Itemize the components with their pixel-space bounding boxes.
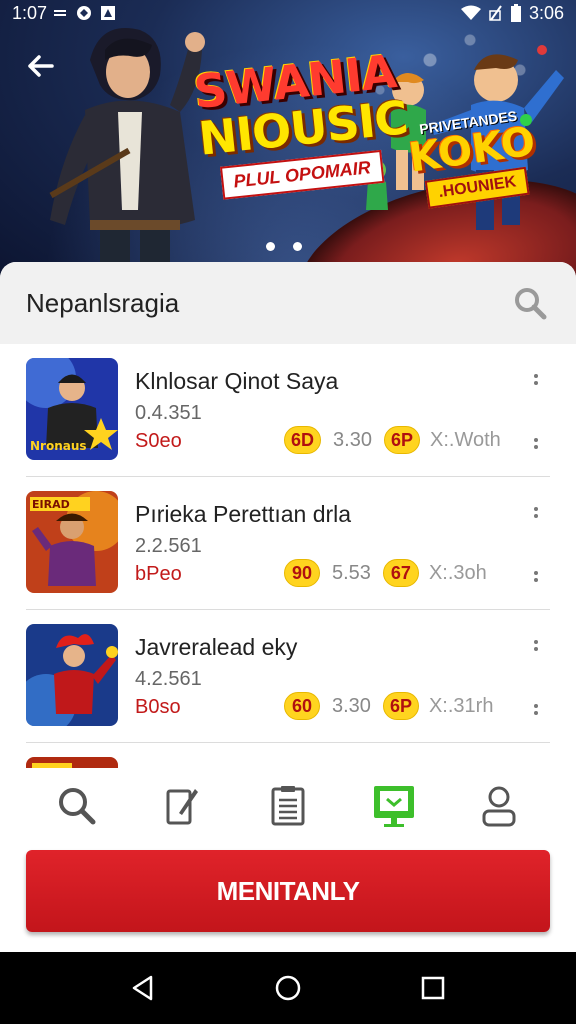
game-name: Javreralead eky	[135, 634, 298, 660]
search-button[interactable]	[510, 283, 550, 323]
game-stats: 90 5.53 67 X:.3oh	[284, 557, 487, 589]
svg-text:Nronaus: Nronaus	[30, 439, 87, 453]
stat-value: 3.30	[333, 428, 372, 451]
game-list[interactable]: Nronaus Klnlosar Qinot Saya 0.4.351 S0eo…	[0, 344, 576, 768]
page-title: Nepanlsragia	[26, 287, 180, 318]
carousel-indicator[interactable]	[266, 242, 302, 251]
content-sheet: Nepanlsragia Nronaus Klnlosar Qinot Saya…	[0, 262, 576, 952]
document-icon	[271, 786, 305, 826]
rating-badge: 6P	[383, 426, 420, 454]
more-options-icon[interactable]	[530, 634, 542, 656]
search-icon	[58, 788, 96, 825]
status-bar: 1:07 3:06	[0, 0, 576, 26]
notification-icon	[101, 6, 116, 20]
back-arrow-icon	[28, 55, 54, 77]
game-stats: 60 3.30 6P X:.31rh	[284, 690, 493, 722]
stat-value: 3.30	[332, 694, 371, 717]
game-stats: 6D 3.30 6P X:.Woth	[284, 424, 501, 456]
back-triangle-icon	[132, 975, 152, 1001]
rating-badge: 6D	[284, 426, 322, 454]
game-price: S0eo	[135, 430, 182, 452]
more-options-icon[interactable]	[530, 565, 542, 587]
game-name: Klnlosar Qinot Saya	[135, 368, 339, 394]
recents-square-icon	[422, 976, 445, 1000]
back-button[interactable]	[22, 48, 58, 84]
list-item[interactable]: EIRAD Pırieka Perettıan drla 2.2.561 bPe…	[26, 477, 550, 610]
nav-edit[interactable]	[152, 776, 212, 836]
stat-text: X:.31rh	[428, 694, 494, 717]
hero-banner[interactable]: SWANIA NIOUSIC PLUL OPOMAIR PRIVETANDES …	[0, 0, 576, 285]
battery-icon	[510, 4, 521, 22]
edit-icon	[166, 789, 199, 825]
stat-text: X:.Woth	[429, 428, 501, 451]
nav-search[interactable]	[47, 776, 107, 836]
game-price: B0so	[135, 696, 181, 718]
wifi-icon	[460, 5, 481, 20]
list-item[interactable]: Nronaus Klnlosar Qinot Saya 0.4.351 S0eo…	[26, 344, 550, 477]
system-recents-button[interactable]	[413, 968, 453, 1008]
nav-monitor-active[interactable]	[364, 776, 424, 836]
carousel-dot[interactable]	[266, 242, 275, 251]
rating-badge: 60	[284, 692, 320, 720]
sync-icon	[77, 6, 92, 20]
system-back-button[interactable]	[123, 968, 163, 1008]
more-options-icon[interactable]	[530, 501, 542, 523]
hero-secondary-logo: PRIVETANDES KOKO .HOUNIEK	[404, 106, 541, 211]
game-thumbnail	[26, 757, 118, 768]
carousel-dot[interactable]	[293, 242, 302, 251]
more-options-icon[interactable]	[530, 432, 542, 454]
signal-icon	[54, 10, 67, 16]
more-options-icon[interactable]	[530, 698, 542, 720]
stat-value: 5.53	[332, 561, 371, 584]
home-circle-icon	[275, 975, 301, 1001]
system-navigation-bar	[0, 952, 576, 1024]
hero-fighter-illustration	[49, 28, 205, 280]
more-options-icon[interactable]	[530, 368, 542, 390]
game-thumbnail	[26, 624, 118, 726]
profile-icon	[482, 786, 516, 827]
no-sim-icon	[489, 5, 502, 21]
nav-profile[interactable]	[469, 776, 529, 836]
game-version: 4.2.561	[135, 668, 202, 690]
list-item[interactable]	[26, 743, 550, 768]
rating-badge: 90	[284, 559, 320, 587]
system-home-button[interactable]	[268, 968, 308, 1008]
monitor-icon	[373, 786, 414, 827]
nav-documents[interactable]	[258, 776, 318, 836]
game-version: 2.2.561	[135, 535, 202, 557]
svg-text:EIRAD: EIRAD	[32, 498, 70, 511]
game-version: 0.4.351	[135, 402, 202, 424]
game-name: Pırieka Perettıan drla	[135, 501, 352, 527]
rating-badge: 6P	[382, 692, 419, 720]
status-time-left: 1:07	[12, 2, 48, 23]
game-price: bPeo	[135, 563, 182, 585]
primary-action-button[interactable]: MENITANLY	[26, 850, 550, 932]
bottom-navigation	[0, 768, 576, 844]
rating-badge: 67	[382, 559, 419, 587]
stat-text: X:.3oh	[428, 561, 487, 584]
game-thumbnail: EIRAD	[26, 491, 118, 593]
list-item[interactable]: Javreralead eky 4.2.561 B0so 60 3.30 6P …	[26, 610, 550, 743]
status-time-right: 3:06	[528, 2, 564, 23]
search-icon	[515, 288, 547, 320]
search-header: Nepanlsragia	[0, 262, 576, 344]
primary-action-label: MENITANLY	[216, 875, 360, 906]
game-thumbnail: Nronaus	[26, 358, 118, 460]
hero-game-title: SWANIA NIOUSIC PLUL OPOMAIR	[191, 44, 414, 201]
